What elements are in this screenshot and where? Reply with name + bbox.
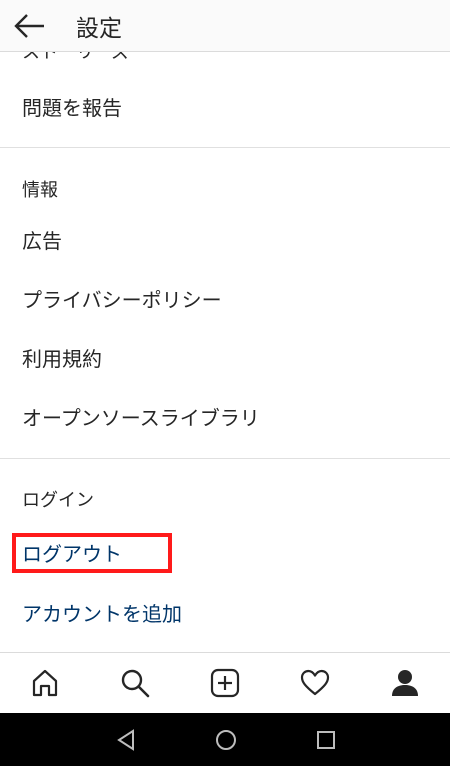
partial-row-text: ストーリーズ [22, 52, 130, 63]
arrow-left-icon [14, 14, 44, 38]
report-problem-item[interactable]: 問題を報告 [22, 92, 122, 121]
tab-home[interactable] [25, 663, 65, 703]
home-icon [32, 669, 58, 697]
tab-add-post[interactable] [205, 663, 245, 703]
info-section-header: 情報 [22, 180, 58, 201]
ads-item[interactable]: 広告 [22, 225, 62, 254]
terms-item[interactable]: 利用規約 [22, 343, 102, 372]
tab-search[interactable] [115, 663, 155, 703]
home-circle-icon [216, 730, 236, 750]
heart-icon [300, 669, 330, 696]
add-post-icon [210, 668, 240, 698]
settings-list[interactable]: ストーリーズ 問題を報告 情報 広告 プライバシーポリシー 利用規約 オープンソ… [0, 52, 450, 652]
back-triangle-icon [117, 729, 134, 751]
system-recents-button[interactable] [311, 725, 341, 755]
profile-icon [392, 670, 418, 696]
page-title: 設定 [76, 16, 122, 42]
recents-square-icon [317, 731, 335, 749]
divider [0, 147, 450, 148]
system-back-button[interactable] [111, 725, 141, 755]
add-account-link[interactable]: アカウントを追加 [22, 598, 182, 627]
system-home-button[interactable] [211, 725, 241, 755]
bottom-tab-bar [0, 652, 450, 713]
system-navigation-bar [0, 713, 450, 766]
search-icon [121, 669, 150, 698]
highlight-box [12, 533, 172, 573]
open-source-libraries-item[interactable]: オープンソースライブラリ [22, 402, 260, 431]
divider [0, 458, 450, 459]
privacy-policy-item[interactable]: プライバシーポリシー [22, 284, 222, 313]
back-button[interactable] [12, 8, 48, 44]
login-section-header: ログイン [22, 490, 94, 511]
tab-profile[interactable] [385, 663, 425, 703]
tab-activity[interactable] [295, 663, 335, 703]
app-header: 設定 [0, 0, 450, 52]
